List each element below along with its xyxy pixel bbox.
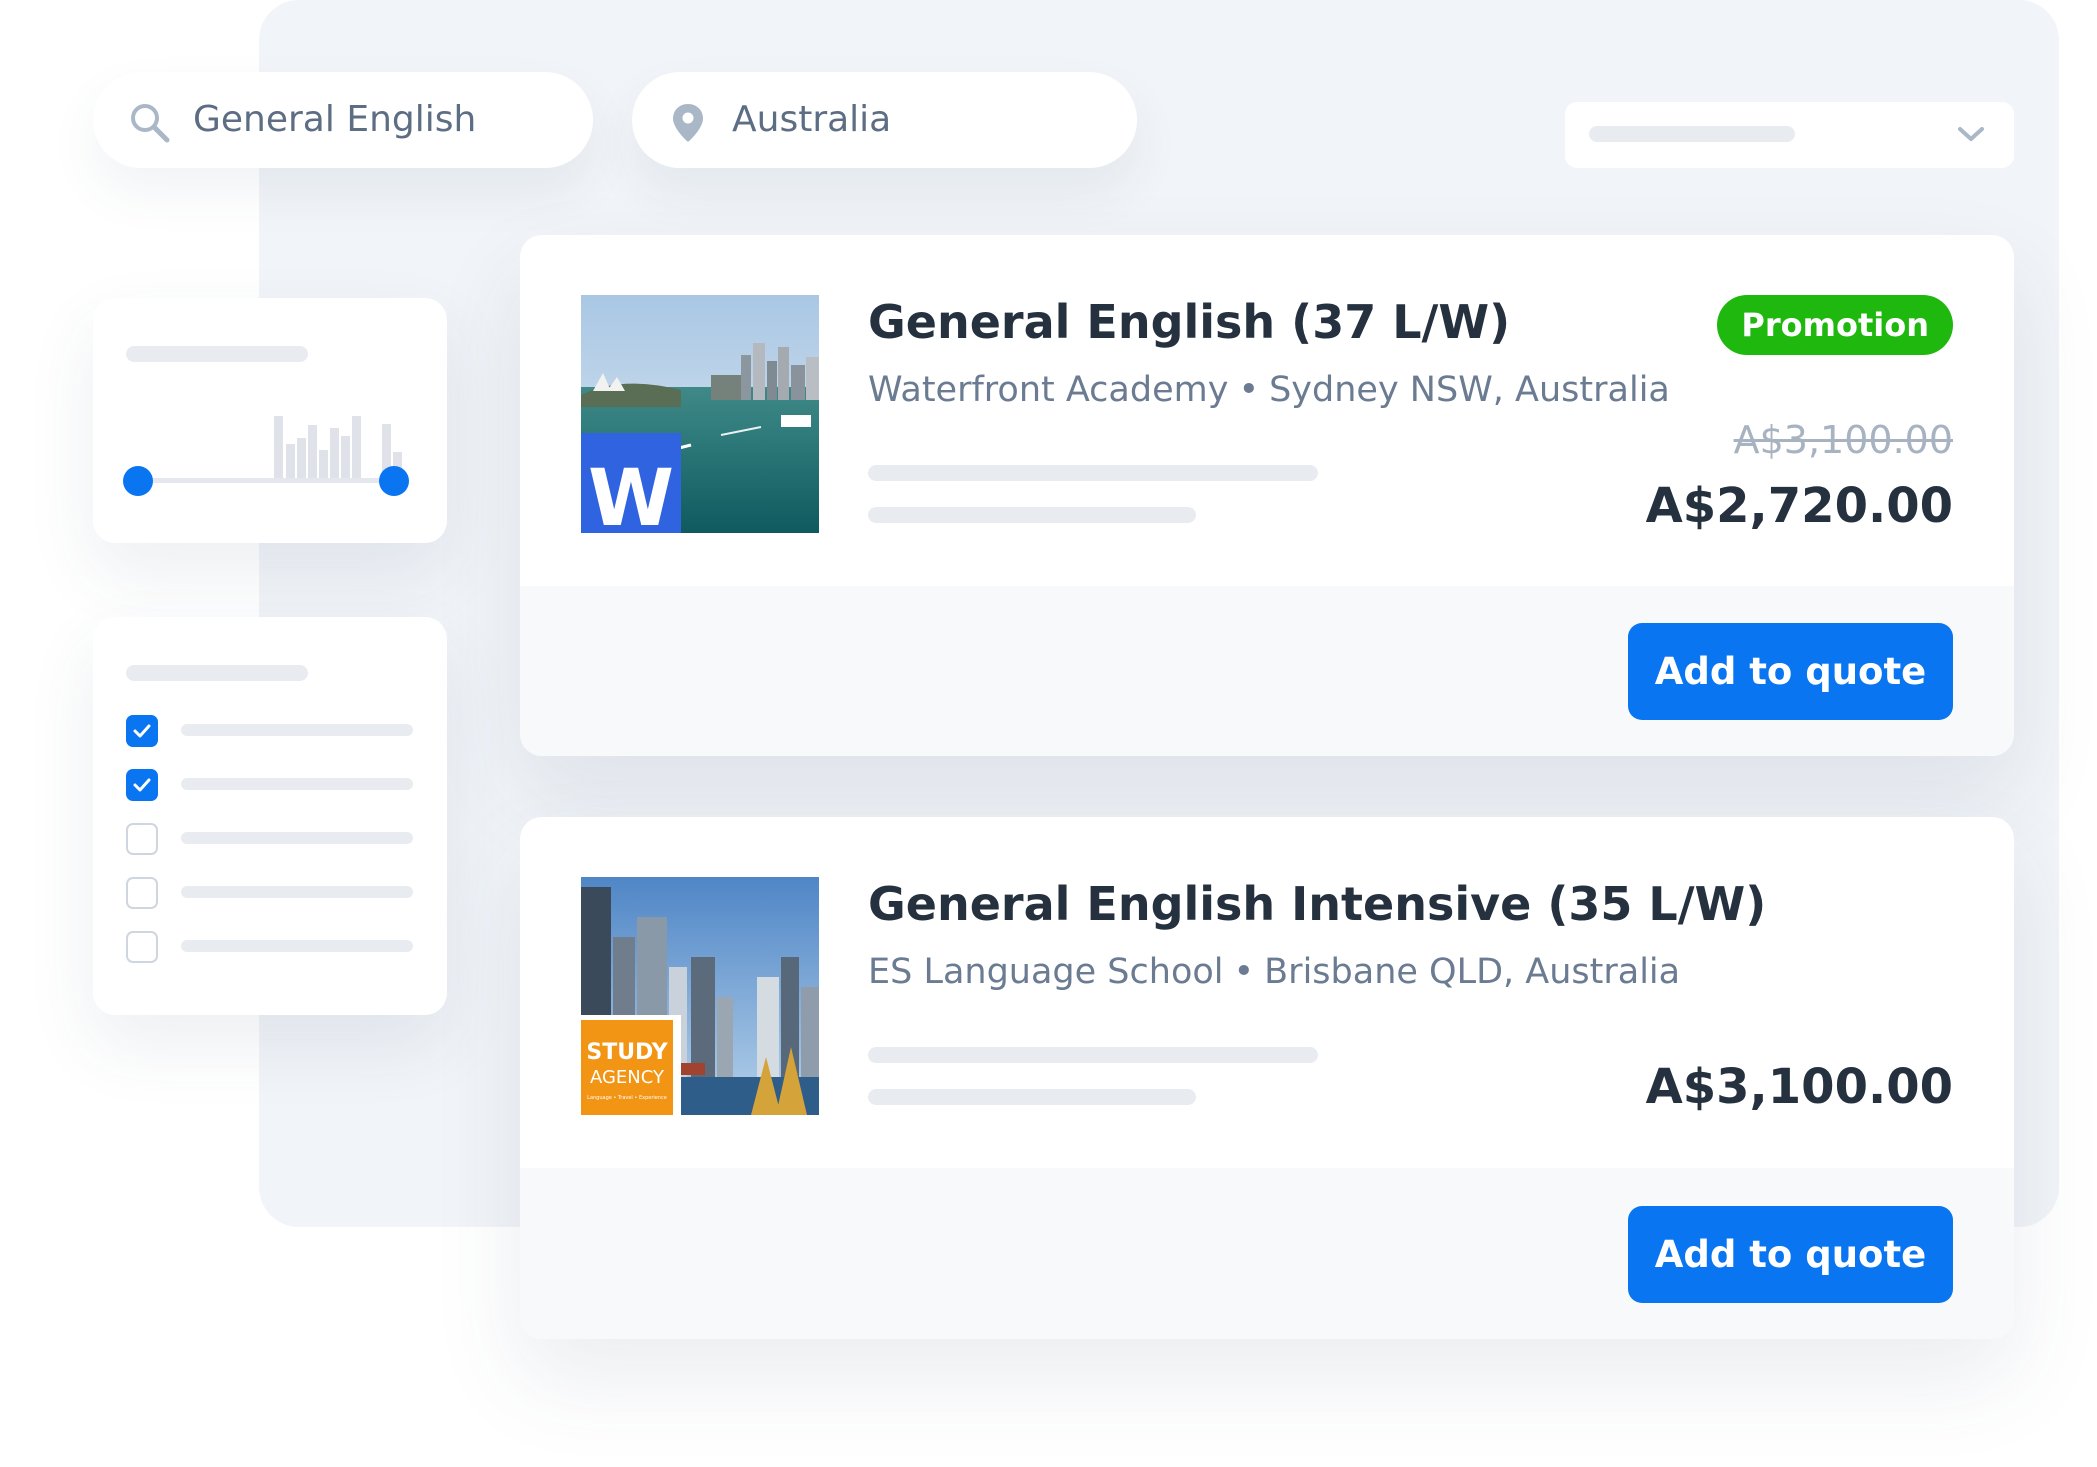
check-icon [133,724,151,738]
add-to-quote-button[interactable]: Add to quote [1628,1206,1953,1303]
course-price: A$3,100.00 [1645,1059,1953,1115]
sort-dropdown[interactable] [1565,102,2014,168]
sort-dropdown-placeholder [1589,126,1795,142]
filter-option-row[interactable] [126,715,416,747]
filter-title-placeholder [126,665,308,681]
check-icon [133,778,151,792]
histogram-bar [319,450,328,480]
logo-text-study: STUDY [586,1040,668,1065]
location-search-field[interactable]: Australia [632,72,1137,168]
course-location: Brisbane QLD, Australia [1264,952,1681,992]
location-search-value[interactable]: Australia [732,72,891,168]
filter-option-label-placeholder [181,778,413,790]
filter-option-label-placeholder [181,886,413,898]
course-title[interactable]: General English (37 L/W) [868,295,1510,349]
filter-option-row[interactable] [126,823,416,855]
description-placeholder [868,1089,1196,1105]
school-logo-letter: W [588,454,674,533]
logo-text-agency: AGENCY [590,1067,665,1088]
course-photo: W [581,295,819,533]
filter-checkbox[interactable] [126,877,158,909]
histogram-bar [308,425,317,480]
search-icon [127,100,171,144]
filter-option-row[interactable] [126,877,416,909]
filter-checkbox[interactable] [126,769,158,801]
separator-dot: • [1238,370,1260,410]
price-slider-max-handle[interactable] [379,466,409,496]
price-range-filter [93,298,447,543]
map-pin-icon [666,100,710,144]
histogram-bar [352,416,361,480]
filter-title-placeholder [126,346,308,362]
price-slider-track[interactable] [138,478,394,483]
school-logo: STUDY AGENCY Language • Travel • Experie… [581,1015,681,1115]
filter-option-label-placeholder [181,832,413,844]
keyword-search-value[interactable]: General English [193,72,476,168]
separator-dot: • [1233,952,1255,992]
description-placeholder [868,1047,1318,1063]
course-location: Sydney NSW, Australia [1269,370,1670,410]
filter-option-row[interactable] [126,931,416,963]
histogram-bar [297,438,306,480]
course-price: A$2,720.00 [1645,478,1953,534]
add-to-quote-button[interactable]: Add to quote [1628,623,1953,720]
checkbox-filter [93,617,447,1015]
histogram-bar [286,444,295,480]
course-school-location: ES Language School • Brisbane QLD, Austral… [868,952,1680,992]
filter-option-label-placeholder [181,724,413,736]
filter-checkbox[interactable] [126,823,158,855]
course-title[interactable]: General English Intensive (35 L/W) [868,877,1766,931]
filter-checkbox[interactable] [126,931,158,963]
price-histogram [219,410,449,480]
filter-checkbox[interactable] [126,715,158,747]
histogram-bar [330,428,339,480]
histogram-bar [274,416,283,480]
course-school-location: Waterfront Academy • Sydney NSW, Australia [868,370,1670,410]
filter-option-label-placeholder [181,940,413,952]
description-placeholder [868,507,1196,523]
school-name: ES Language School [868,952,1224,992]
school-logo: W [581,433,681,533]
course-result-card[interactable]: W General English (37 L/W) Waterfront Ac… [520,235,2014,756]
filter-option-row[interactable] [126,769,416,801]
course-result-card[interactable]: STUDY AGENCY Language • Travel • Experie… [520,817,2014,1339]
course-photo: STUDY AGENCY Language • Travel • Experie… [581,877,819,1115]
histogram-bar [341,436,350,480]
logo-tagline: Language • Travel • Experience [587,1095,667,1101]
promotion-badge: Promotion [1717,295,1953,355]
keyword-search-field[interactable]: General English [93,72,593,168]
chevron-down-icon [1954,120,1988,148]
description-placeholder [868,465,1318,481]
original-price: A$3,100.00 [1733,418,1953,462]
school-name: Waterfront Academy [868,370,1229,410]
price-slider-min-handle[interactable] [123,466,153,496]
